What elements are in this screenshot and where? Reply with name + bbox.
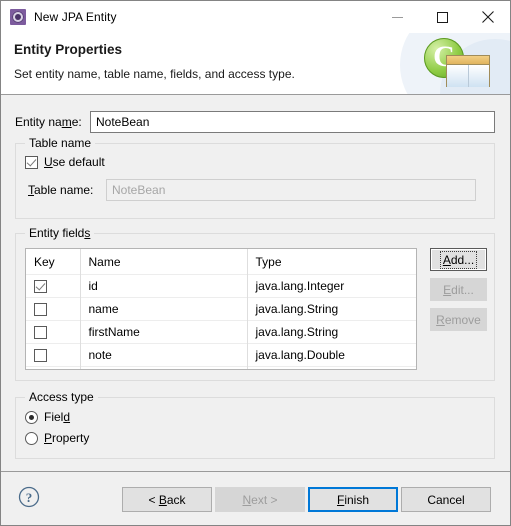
access-type-group: Access type Field Property (15, 390, 495, 459)
back-button[interactable]: < Back (122, 487, 212, 512)
dialog-footer: ? < Back Next > Finish Cancel (1, 471, 510, 525)
finish-button[interactable]: Finish (308, 487, 398, 512)
access-type-radio-property[interactable]: Property (25, 431, 89, 445)
entity-name-row: Entity name: (15, 111, 495, 133)
next-button[interactable]: Next > (215, 487, 305, 512)
table-row[interactable]: note java.lang.Double (26, 343, 416, 367)
key-checkbox[interactable] (34, 326, 47, 340)
column-header-type[interactable]: Type (247, 249, 416, 275)
table-row[interactable]: firstName java.lang.String (26, 320, 416, 344)
title-bar: New JPA Entity (1, 1, 510, 33)
cell-empty (26, 366, 81, 369)
key-checkbox[interactable] (34, 349, 47, 363)
table-name-label: Table name: (28, 183, 94, 197)
cell-name: id (80, 274, 248, 298)
jpa-entity-wizard-banner-icon (400, 33, 510, 94)
column-header-name[interactable]: Name (80, 249, 248, 275)
access-type-field-label: Field (44, 410, 71, 424)
column-header-key[interactable]: Key (26, 249, 81, 275)
remove-field-button[interactable]: Remove (430, 308, 487, 331)
cell-name: firstName (80, 320, 248, 344)
table-header-row: Key Name Type (26, 249, 416, 275)
access-type-radio-field[interactable]: Field (25, 410, 70, 424)
radio-circle (25, 431, 38, 445)
cell-key[interactable] (26, 297, 81, 321)
key-checkbox[interactable] (34, 303, 47, 317)
cell-type: java.lang.Integer (247, 274, 416, 298)
cancel-label: Cancel (427, 492, 465, 507)
wizard-banner: Entity Properties Set entity name, table… (1, 33, 510, 95)
cell-type: java.lang.String (247, 297, 416, 321)
checkbox-box (25, 155, 38, 169)
cell-key[interactable] (26, 274, 81, 298)
svg-text:?: ? (26, 490, 33, 505)
table-name-group-label: Table name (25, 136, 96, 150)
table-name-row: Table name: (28, 179, 476, 201)
maximize-icon[interactable] (420, 1, 465, 33)
help-icon[interactable]: ? (18, 486, 40, 508)
cell-type: java.lang.String (247, 320, 416, 344)
radio-circle (25, 410, 38, 424)
cell-key[interactable] (26, 343, 81, 367)
page-title: Entity Properties (14, 42, 123, 57)
add-field-button[interactable]: Add... (430, 248, 487, 271)
edit-field-button[interactable]: Edit... (430, 278, 487, 301)
cell-key[interactable] (26, 320, 81, 344)
cell-type: java.lang.Double (247, 343, 416, 367)
dialog-body: Entity name: Table name Use default Tabl… (1, 95, 510, 471)
use-default-checkbox[interactable]: Use default (25, 155, 105, 169)
access-type-property-label: Property (44, 431, 90, 445)
remove-field-label: Remove (436, 312, 481, 327)
close-icon[interactable] (465, 1, 510, 33)
table-row[interactable]: id java.lang.Integer (26, 274, 416, 298)
table-row-empty[interactable] (26, 366, 416, 369)
entity-fields-table[interactable]: Key Name Type id java.lang.Integer name jav… (25, 248, 417, 370)
cancel-button[interactable]: Cancel (401, 487, 491, 512)
add-field-label: Add... (439, 250, 478, 269)
entity-name-label: Entity name: (15, 115, 82, 129)
table-row[interactable]: name java.lang.String (26, 297, 416, 321)
key-checkbox[interactable] (34, 280, 47, 294)
finish-label: Finish (336, 492, 370, 507)
table-name-group: Table name Use default Table name: (15, 136, 495, 219)
next-label: Next > (242, 492, 278, 507)
window-title: New JPA Entity (34, 10, 117, 24)
minimize-icon[interactable] (375, 1, 420, 33)
cell-name: name (80, 297, 248, 321)
edit-field-label: Edit... (443, 282, 474, 297)
use-default-label: Use default (44, 155, 105, 169)
page-description: Set entity name, table name, fields, and… (14, 67, 295, 81)
entity-fields-group-label: Entity fields (25, 226, 95, 240)
table-name-input[interactable] (106, 179, 476, 201)
jpa-entity-icon (10, 9, 26, 25)
new-jpa-entity-dialog: New JPA Entity Entity Properties Set ent… (0, 0, 511, 526)
access-type-group-label: Access type (25, 390, 98, 404)
cell-empty (80, 366, 248, 369)
back-label: < Back (148, 492, 186, 507)
cell-empty (247, 366, 416, 369)
window-controls (375, 1, 510, 33)
entity-fields-group: Entity fields Key Name Type id java.lang.… (15, 226, 495, 381)
entity-name-input[interactable] (90, 111, 495, 133)
cell-name: note (80, 343, 248, 367)
